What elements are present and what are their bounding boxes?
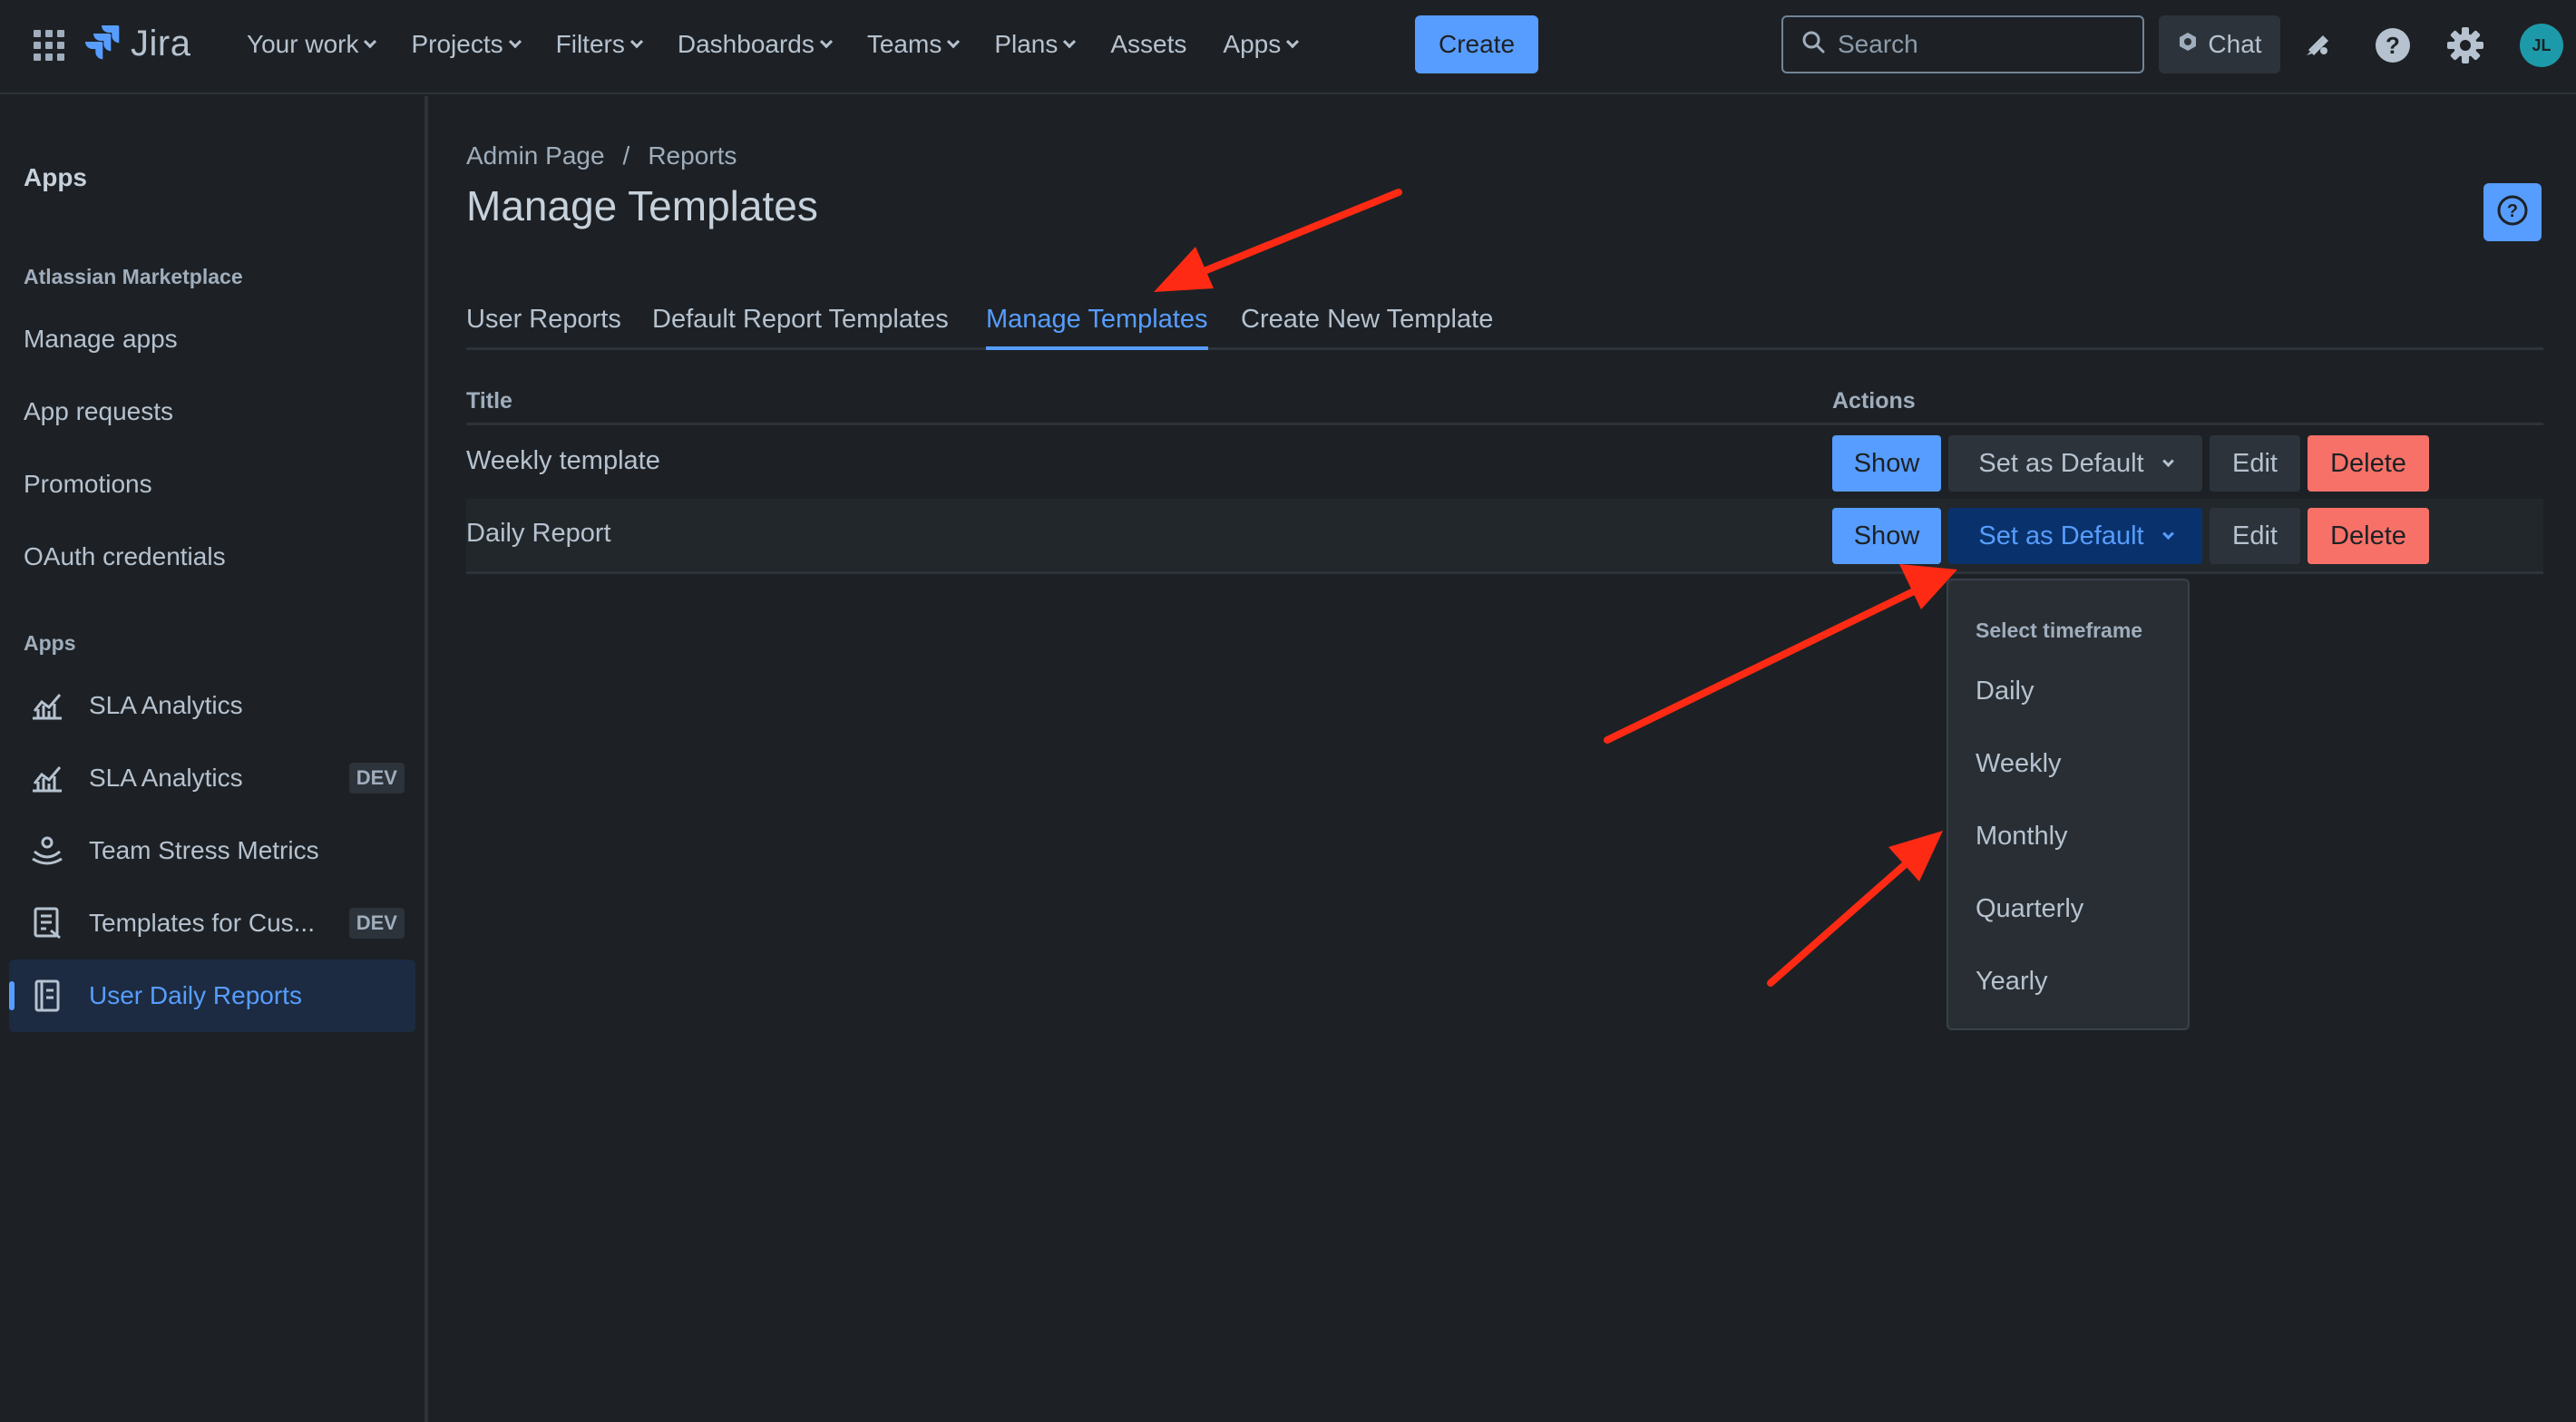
column-header-title: Title	[466, 388, 512, 414]
breadcrumb: Admin Page / Reports	[466, 141, 737, 170]
sidebar-item-user-daily-reports[interactable]: User Daily Reports	[9, 959, 415, 1032]
tab-bar: User Reports Default Report Templates Ma…	[466, 301, 2543, 350]
chevron-down-icon	[2161, 454, 2174, 467]
chevron-down-icon	[1063, 35, 1077, 49]
svg-text:?: ?	[2507, 201, 2518, 221]
nav-teams[interactable]: Teams	[849, 22, 976, 67]
chevron-down-icon	[819, 35, 833, 49]
sidebar-item-promotions[interactable]: Promotions	[24, 470, 152, 499]
tab-create-new-template[interactable]: Create New Template	[1241, 305, 1493, 350]
svg-text:?: ?	[2386, 32, 2400, 59]
settings-icon[interactable]	[2442, 22, 2489, 69]
nav-filters[interactable]: Filters	[538, 22, 659, 67]
sidebar: Apps Atlassian Marketplace Manage apps A…	[0, 96, 428, 1422]
tab-manage-templates[interactable]: Manage Templates	[986, 305, 1208, 350]
chevron-down-icon	[2161, 527, 2174, 540]
delete-button[interactable]: Delete	[2308, 435, 2429, 492]
row-title: Daily Report	[466, 519, 611, 548]
dev-badge: DEV	[348, 908, 405, 939]
delete-button[interactable]: Delete	[2308, 508, 2429, 564]
nav-projects[interactable]: Projects	[393, 22, 537, 67]
help-icon: ?	[2496, 194, 2529, 231]
chevron-down-icon	[508, 35, 522, 49]
table-header-divider	[466, 423, 2543, 425]
nav-your-work[interactable]: Your work	[247, 22, 393, 67]
breadcrumb-admin-page[interactable]: Admin Page	[466, 141, 605, 170]
nav-dashboards[interactable]: Dashboards	[659, 22, 849, 67]
table-row: Daily Report Show Set as Default Edit De…	[466, 499, 2543, 571]
breadcrumb-reports[interactable]: Reports	[648, 141, 737, 170]
sidebar-item-oauth-credentials[interactable]: OAuth credentials	[24, 542, 226, 571]
search-icon	[1801, 30, 1825, 60]
chart-icon	[27, 758, 67, 798]
nav-plans[interactable]: Plans	[976, 22, 1092, 67]
dropdown-option-yearly[interactable]: Yearly	[1976, 967, 2048, 997]
edit-button[interactable]: Edit	[2210, 508, 2300, 564]
page-help-button[interactable]: ?	[2483, 183, 2542, 241]
chevron-down-icon	[629, 35, 643, 49]
sidebar-section-marketplace: Atlassian Marketplace	[24, 265, 243, 288]
app-switcher-icon[interactable]	[31, 27, 67, 63]
sidebar-item-app-requests[interactable]: App requests	[24, 397, 173, 426]
annotation-arrow	[1767, 831, 1943, 987]
breadcrumb-separator: /	[622, 141, 630, 170]
search-input[interactable]: Search	[1781, 15, 2144, 73]
chat-button[interactable]: Chat	[2159, 15, 2280, 73]
timeframe-dropdown-menu: Select timeframe Daily Weekly Monthly Qu…	[1947, 579, 2190, 1030]
show-button[interactable]: Show	[1832, 435, 1941, 492]
annotation-arrow	[1154, 189, 1402, 292]
nav-assets[interactable]: Assets	[1092, 22, 1205, 67]
chevron-down-icon	[1286, 35, 1300, 49]
dev-badge: DEV	[348, 763, 405, 794]
dropdown-heading: Select timeframe	[1976, 618, 2143, 642]
dropdown-option-weekly[interactable]: Weekly	[1976, 749, 2062, 779]
sidebar-heading: Apps	[24, 163, 87, 191]
column-header-actions: Actions	[1832, 388, 1916, 414]
sidebar-item-sla-analytics[interactable]: SLA Analytics	[9, 669, 415, 742]
avatar[interactable]: JL	[2520, 24, 2563, 67]
table-row: Weekly template Show Set as Default Edit…	[466, 426, 2543, 499]
jira-logo-icon	[85, 24, 122, 64]
row-title: Weekly template	[466, 446, 660, 475]
notifications-icon[interactable]	[2295, 22, 2342, 69]
top-navigation-bar: Jira Your work Projects Filters Dashboar…	[0, 0, 2576, 94]
logo-text: Jira	[131, 23, 191, 63]
page-title: Manage Templates	[466, 182, 818, 229]
sidebar-item-templates-for-customers[interactable]: Templates for Cus... DEV	[9, 887, 415, 959]
sidebar-item-team-stress-metrics[interactable]: Team Stress Metrics	[9, 814, 415, 887]
sidebar-item-sla-analytics-dev[interactable]: SLA Analytics DEV	[9, 742, 415, 814]
help-icon[interactable]: ?	[2369, 22, 2416, 69]
dropdown-option-daily[interactable]: Daily	[1976, 677, 2034, 706]
edit-button[interactable]: Edit	[2210, 435, 2300, 492]
chevron-down-icon	[947, 35, 961, 49]
template-icon	[27, 903, 67, 943]
create-button[interactable]: Create	[1415, 15, 1538, 73]
search-placeholder: Search	[1838, 30, 1918, 58]
tab-user-reports[interactable]: User Reports	[466, 305, 621, 350]
primary-nav: Your work Projects Filters Dashboards Te…	[247, 22, 1315, 67]
jira-logo[interactable]: Jira	[85, 22, 190, 65]
report-icon	[27, 976, 67, 1016]
stress-icon	[27, 831, 67, 871]
nav-apps[interactable]: Apps	[1205, 22, 1315, 67]
annotation-arrow	[1604, 564, 1957, 744]
set-as-default-button[interactable]: Set as Default	[1948, 508, 2202, 564]
dropdown-option-quarterly[interactable]: Quarterly	[1976, 894, 2083, 924]
table-bottom-divider	[466, 571, 2543, 574]
chart-icon	[27, 686, 67, 726]
chevron-down-icon	[364, 35, 377, 49]
set-as-default-button[interactable]: Set as Default	[1948, 435, 2202, 492]
dropdown-option-monthly[interactable]: Monthly	[1976, 822, 2068, 852]
tab-default-report-templates[interactable]: Default Report Templates	[652, 305, 949, 350]
chat-label: Chat	[2208, 30, 2262, 58]
chat-icon	[2177, 30, 2199, 59]
sidebar-item-manage-apps[interactable]: Manage apps	[24, 325, 178, 354]
show-button[interactable]: Show	[1832, 508, 1941, 564]
sidebar-section-apps: Apps	[24, 631, 76, 655]
